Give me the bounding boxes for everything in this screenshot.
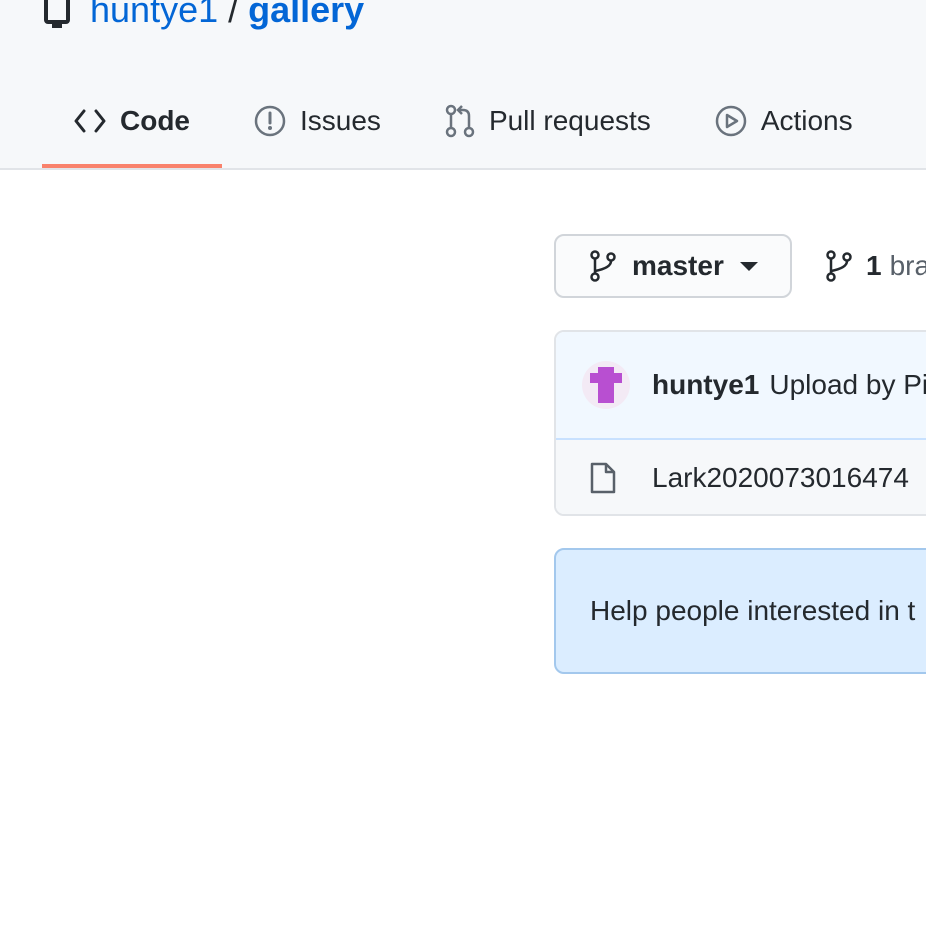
avatar[interactable] <box>582 361 630 409</box>
repo-separator: / <box>228 0 239 30</box>
branch-count: 1 <box>866 250 882 281</box>
tab-issues-label: Issues <box>300 105 381 136</box>
help-banner: Help people interested in t <box>554 548 926 674</box>
pull-request-icon <box>445 104 475 138</box>
repo-tabs: Code Issues Pull requests Actions <box>42 90 885 170</box>
repo-owner-link[interactable]: huntye1 <box>90 0 218 31</box>
tab-issues[interactable]: Issues <box>222 90 413 152</box>
branch-select-button[interactable]: master <box>554 234 792 298</box>
commit-message[interactable]: Upload by Pi <box>769 369 926 401</box>
file-name[interactable]: Lark2020073016474 <box>652 462 909 494</box>
tab-pull-requests[interactable]: Pull requests <box>413 90 683 152</box>
branch-icon <box>590 250 616 282</box>
branch-name: master <box>632 250 724 281</box>
repo-title: huntye1 / gallery <box>44 0 364 32</box>
issue-icon <box>254 105 286 137</box>
file-icon <box>590 462 616 494</box>
tab-code[interactable]: Code <box>42 90 222 168</box>
tab-actions[interactable]: Actions <box>683 90 885 152</box>
latest-commit: huntye1 Upload by Pi <box>556 332 926 440</box>
branches-link[interactable]: 1 bra <box>826 234 926 298</box>
branch-icon <box>826 250 852 282</box>
repo-name-link[interactable]: gallery <box>248 0 364 31</box>
chevron-down-icon <box>739 261 758 271</box>
play-icon <box>715 105 747 137</box>
tab-pull-requests-label: Pull requests <box>488 105 651 136</box>
tab-code-label: Code <box>120 105 190 136</box>
file-browser: huntye1 Upload by Pi Lark2020073016474 <box>554 330 926 516</box>
branch-count-label: bra <box>889 250 926 281</box>
tab-actions-label: Actions <box>760 105 853 136</box>
list-item[interactable]: Lark2020073016474 <box>556 440 926 514</box>
code-icon <box>74 109 106 133</box>
repo-icon <box>44 0 72 28</box>
help-text: Help people interested in t <box>590 595 916 626</box>
commit-author[interactable]: huntye1 <box>652 369 759 401</box>
repo-header: huntye1 / gallery Code Issues Pull reque… <box>0 0 926 170</box>
